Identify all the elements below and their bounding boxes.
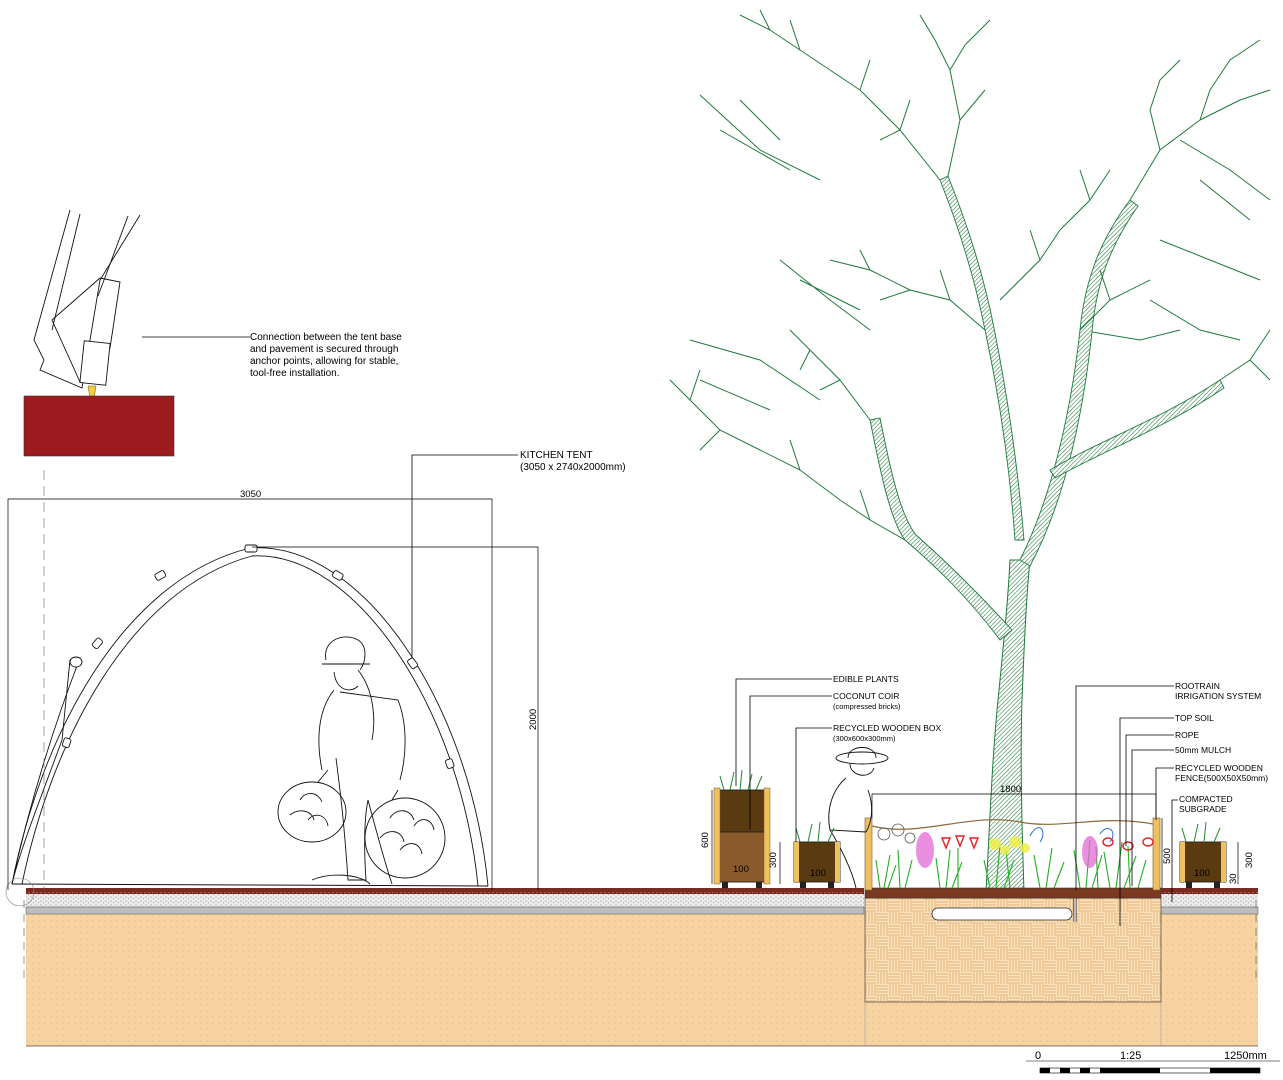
label-subgrade: COMPACTED bbox=[1179, 794, 1233, 804]
gravel-base-right bbox=[1160, 894, 1258, 908]
pavement-strip bbox=[26, 888, 864, 894]
dim-100-a: 100 bbox=[733, 864, 749, 875]
tent-size-label: (3050 x 2740x2000mm) bbox=[520, 462, 626, 473]
scale-start: 0 bbox=[1035, 1050, 1041, 1062]
scale-bar: 0 1:25 1250mm bbox=[1026, 1050, 1280, 1074]
anchor-socket bbox=[79, 340, 111, 386]
tent-title-label: KITCHEN TENT bbox=[520, 450, 593, 461]
tent-side-panel bbox=[11, 657, 81, 885]
label-rope: ROPE bbox=[1175, 730, 1199, 740]
label-edible-plants: EDIBLE PLANTS bbox=[833, 674, 899, 684]
pavement-strip-right bbox=[1160, 888, 1258, 894]
scale-end: 1250mm bbox=[1224, 1050, 1267, 1062]
label-mulch: 50mm MULCH bbox=[1175, 745, 1231, 755]
tent-height-dim: 2000 bbox=[528, 709, 539, 730]
tree-branch-right bbox=[1019, 199, 1139, 567]
dim-100-b: 100 bbox=[810, 868, 826, 879]
anchor-note-line-2: and pavement is secured through bbox=[250, 344, 398, 355]
scale-ratio: 1:25 bbox=[1120, 1050, 1141, 1062]
label-coconut-coir: COCONUT COIR bbox=[833, 691, 899, 701]
label-rootrain-sub: IRRIGATION SYSTEM bbox=[1175, 691, 1261, 701]
tree-branch-mid bbox=[939, 175, 1025, 541]
bed-height-dim: 500 bbox=[1162, 848, 1173, 864]
tree-illustration bbox=[669, 9, 1271, 893]
anchor-pavement-block bbox=[23, 395, 175, 457]
label-fence-sub: FENCE(500X50X50mm) bbox=[1175, 773, 1268, 783]
tent-pole-joints bbox=[61, 544, 455, 769]
bed-width-dim: 1800 bbox=[1000, 784, 1021, 795]
tent-outer-arc bbox=[11, 547, 489, 887]
person-with-baskets bbox=[277, 636, 446, 885]
base-slab-left bbox=[25, 906, 865, 915]
tent-inner-arc bbox=[21, 555, 479, 887]
tent-width-dim: 3050 bbox=[240, 489, 261, 500]
tree-twigs bbox=[669, 9, 1271, 541]
dim-100-c: 100 bbox=[1194, 868, 1210, 879]
label-fence: RECYCLED WOODEN bbox=[1175, 763, 1263, 773]
dim-300-a: 300 bbox=[768, 852, 779, 868]
anchor-note-line-3: anchor points, allowing for stable, bbox=[250, 356, 398, 367]
base-slab-right bbox=[1159, 906, 1259, 915]
landscape-section-drawing: Connection between the tent base and pav… bbox=[5, 9, 1280, 1074]
dim-30: 30 bbox=[1228, 873, 1239, 884]
bed-soil-band bbox=[864, 887, 1162, 899]
tree-branch-left bbox=[869, 417, 1013, 641]
tent-annotations: 3050 2000 KITCHEN TENT (3050 x 2740x2000… bbox=[7, 450, 626, 890]
dim-600: 600 bbox=[700, 832, 711, 848]
irrigation-pipe bbox=[931, 907, 1073, 921]
fence-post-right bbox=[1152, 817, 1161, 891]
fence-post-left bbox=[864, 817, 873, 891]
gravel-base-left bbox=[26, 894, 864, 908]
label-coconut-coir-sub: (compressed bricks) bbox=[833, 702, 901, 711]
anchor-note-line-1: Connection between the tent base bbox=[250, 332, 402, 343]
planter-boxes bbox=[713, 769, 1227, 888]
anchor-detail: Connection between the tent base and pav… bbox=[23, 209, 402, 890]
tent-floor bbox=[11, 883, 489, 887]
label-wooden-box-sub: (300x600x300mm) bbox=[833, 734, 896, 743]
label-top-soil: TOP SOIL bbox=[1175, 713, 1214, 723]
label-wooden-box: RECYCLED WOODEN BOX bbox=[833, 723, 941, 733]
dim-300-b: 300 bbox=[1244, 852, 1255, 868]
label-subgrade-sub: SUBGRADE bbox=[1179, 804, 1227, 814]
kitchen-tent bbox=[5, 544, 489, 907]
label-rootrain: ROOTRAIN bbox=[1175, 681, 1220, 691]
anchor-note-line-4: tool-free installation. bbox=[250, 368, 340, 379]
